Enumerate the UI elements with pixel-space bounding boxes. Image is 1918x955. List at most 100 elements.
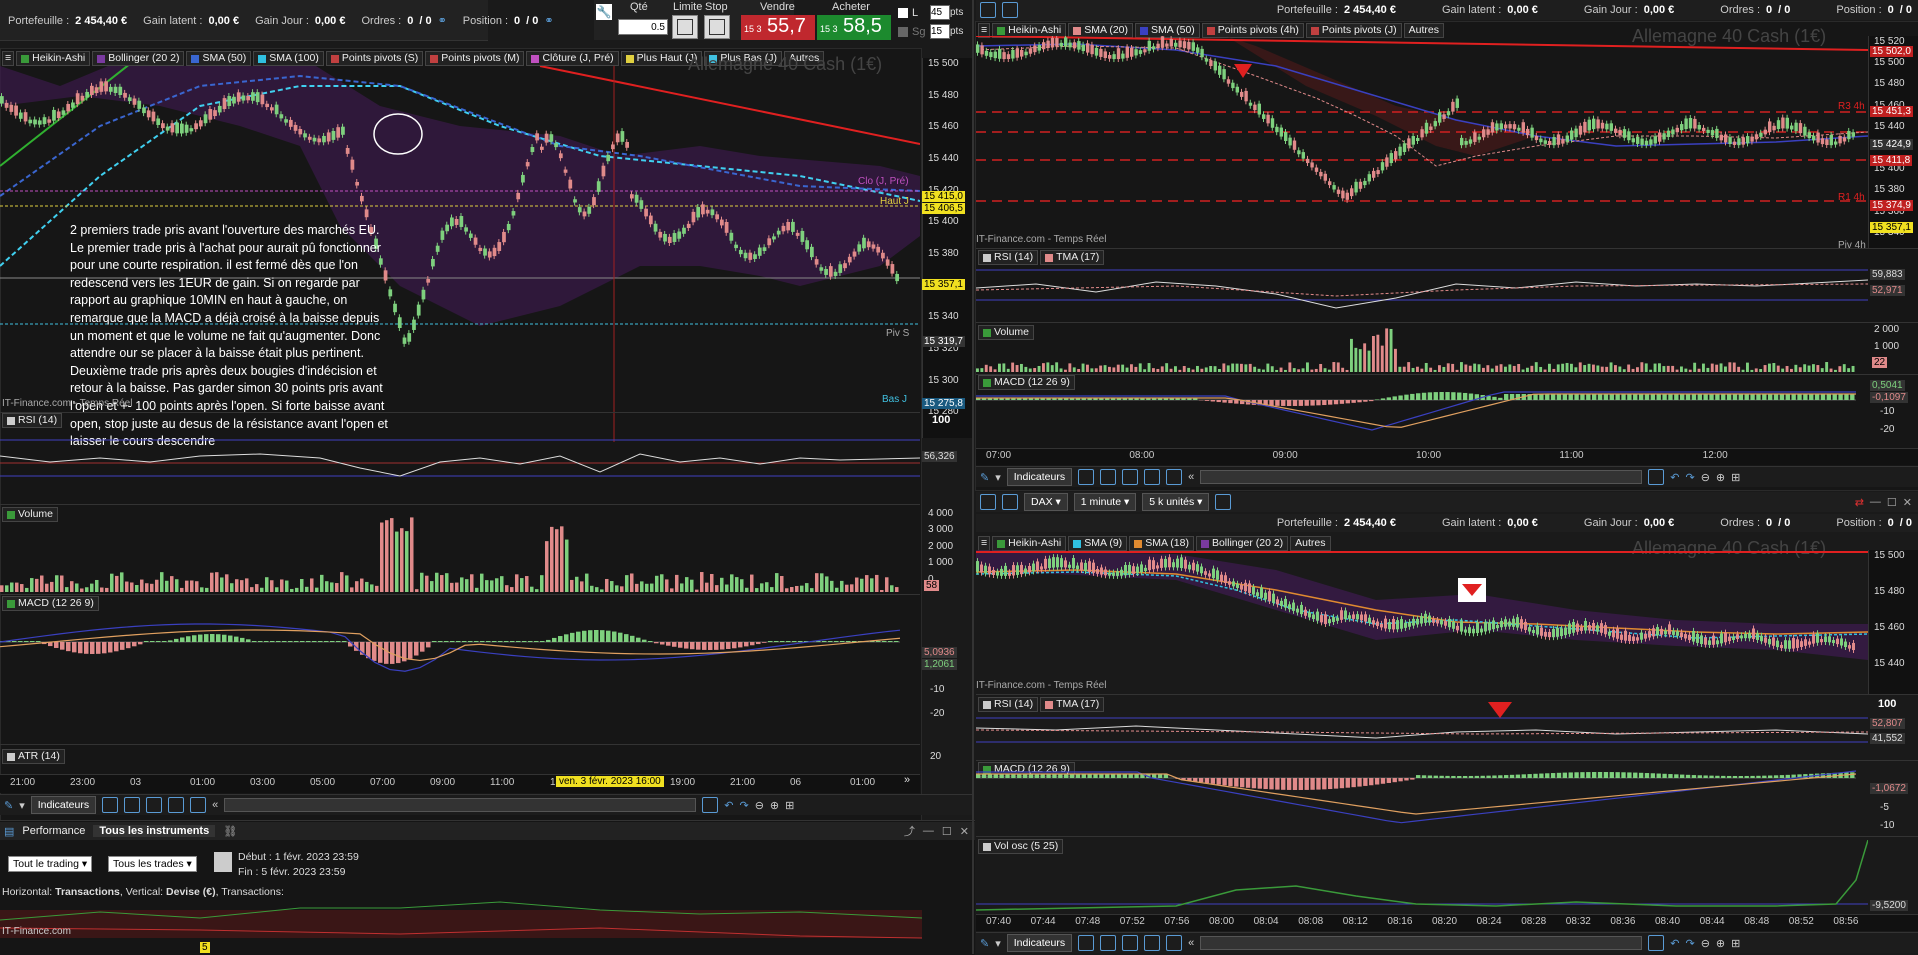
share-icon[interactable] xyxy=(102,797,118,813)
stop-button[interactable] xyxy=(704,15,730,39)
legend-sma-100[interactable]: SMA (100) xyxy=(253,51,324,66)
rb-lock-icon[interactable] xyxy=(1002,494,1018,510)
sg-checkbox[interactable] xyxy=(898,27,908,37)
rt-indicators-button[interactable]: Indicateurs xyxy=(1007,468,1072,486)
lot-checkbox[interactable] xyxy=(898,8,908,18)
maximize-icon[interactable]: ☐ xyxy=(942,825,952,838)
rt-zoom-in-icon[interactable]: ⊕ xyxy=(1716,471,1725,484)
rt-position-value[interactable]: 0 xyxy=(1888,4,1894,16)
legend-heikin-ashi[interactable]: Heikin-Ashi xyxy=(16,51,90,66)
rb-zoom-in-icon[interactable]: ⊕ xyxy=(1716,937,1725,950)
rt-share-icon[interactable] xyxy=(1078,469,1094,485)
rt-orders-value[interactable]: 0 xyxy=(1766,4,1772,16)
sg-input[interactable] xyxy=(930,24,950,39)
orders-link-icon[interactable]: ⚭ xyxy=(438,14,447,27)
share-icon[interactable]: ⤴ xyxy=(904,823,915,839)
link-icon[interactable]: ⛓ xyxy=(223,825,237,838)
orders-value[interactable]: 0 xyxy=(407,15,413,27)
lot-input[interactable] xyxy=(930,5,950,20)
rb-legend-sma-18[interactable]: SMA (18) xyxy=(1129,536,1194,551)
legend-bollinger[interactable]: Bollinger (20 2) xyxy=(92,51,184,66)
rt-tma-title[interactable]: TMA (17) xyxy=(1040,250,1104,265)
rb-draw-tool-icon[interactable]: ✎ xyxy=(980,937,989,950)
left-rsi-title[interactable]: RSI (14) xyxy=(2,413,62,428)
rb-interval-select[interactable]: 1 minute ▾ xyxy=(1074,493,1136,511)
redo-icon[interactable]: ↷ xyxy=(739,799,748,812)
legend-pivots-s[interactable]: Points pivots (S) xyxy=(326,51,423,66)
rb-info-icon[interactable] xyxy=(1215,494,1231,510)
rb-legend-others[interactable]: Autres xyxy=(1290,536,1330,551)
filter-trading-select[interactable]: Tout le trading ▾ xyxy=(8,856,92,872)
qty-input[interactable] xyxy=(618,19,668,35)
draw-tool-icon[interactable]: ✎ xyxy=(4,799,13,812)
rb-layout-icon[interactable] xyxy=(1144,935,1160,951)
rb-position-value[interactable]: 0 xyxy=(1888,517,1894,529)
rb-camera-icon[interactable] xyxy=(1166,935,1182,951)
rb-calendar-icon[interactable] xyxy=(1648,935,1664,951)
undo-icon[interactable]: ↶ xyxy=(724,799,733,812)
zoom-in-icon[interactable]: ⊕ xyxy=(770,799,779,812)
rt-draw-tool-icon[interactable]: ✎ xyxy=(980,471,989,484)
horizontal-scrollbar[interactable] xyxy=(224,798,696,812)
rb-redo-icon[interactable]: ↷ xyxy=(1685,937,1694,950)
rb-calc-icon[interactable] xyxy=(1122,935,1138,951)
legend-close-prev[interactable]: Clôture (J, Pré) xyxy=(526,51,618,66)
zoom-out-icon[interactable]: ⊖ xyxy=(755,799,764,812)
filter-trades-select[interactable]: Tous les trades ▾ xyxy=(108,856,197,872)
rb-share-icon[interactable] xyxy=(1078,935,1094,951)
rb-fit-icon[interactable]: ⊞ xyxy=(1731,937,1740,950)
rt-camera-icon[interactable] xyxy=(1166,469,1182,485)
calendar-icon[interactable] xyxy=(214,852,232,872)
rt-horizontal-scrollbar[interactable] xyxy=(1200,470,1642,484)
rt-copy-icon[interactable] xyxy=(1100,469,1116,485)
buy-button[interactable]: 15 3 58,5 xyxy=(817,15,891,40)
dropdown-icon[interactable]: ▾ xyxy=(19,799,25,812)
rb-zoom-out-icon[interactable]: ⊖ xyxy=(1701,937,1710,950)
rt-calc-icon[interactable] xyxy=(1122,469,1138,485)
close-icon[interactable]: ✕ xyxy=(960,825,969,838)
limit-button[interactable] xyxy=(672,15,698,39)
rb-legend-heikin-ashi[interactable]: Heikin-Ashi xyxy=(992,536,1066,551)
legend-settings-icon[interactable]: ≡ xyxy=(2,51,14,66)
rb-dropdown-icon[interactable]: ▾ xyxy=(995,937,1001,950)
rb-orders-value[interactable]: 0 xyxy=(1766,517,1772,529)
rt-calendar-icon[interactable] xyxy=(1648,469,1664,485)
wrench-icon[interactable]: 🔧 xyxy=(596,4,612,20)
calc-icon[interactable] xyxy=(146,797,162,813)
rt-undo-icon[interactable]: ↶ xyxy=(1670,471,1679,484)
rb-legend-sma-9[interactable]: SMA (9) xyxy=(1068,536,1127,551)
legend-sma-50[interactable]: SMA (50) xyxy=(186,51,251,66)
calendar-icon[interactable] xyxy=(702,797,718,813)
rt-zoom-out-icon[interactable]: ⊖ xyxy=(1701,471,1710,484)
rt-dropdown-icon[interactable]: ▾ xyxy=(995,471,1001,484)
legend-pivots-m[interactable]: Points pivots (M) xyxy=(425,51,524,66)
camera-icon[interactable] xyxy=(190,797,206,813)
rb-legend-settings-icon[interactable]: ≡ xyxy=(978,536,990,551)
rb-indicators-button[interactable]: Indicateurs xyxy=(1007,934,1072,952)
rb-legend-bollinger[interactable]: Bollinger (20 2) xyxy=(1196,536,1288,551)
rb-horizontal-scrollbar[interactable] xyxy=(1200,936,1642,950)
rb-close-icon[interactable]: ✕ xyxy=(1903,496,1912,509)
rb-rewind-icon[interactable]: « xyxy=(1188,937,1194,949)
rt-rsi-title[interactable]: RSI (14) xyxy=(978,250,1038,265)
rb-symbol-select[interactable]: DAX ▾ xyxy=(1024,493,1068,511)
rt-fit-icon[interactable]: ⊞ xyxy=(1731,471,1740,484)
fit-icon[interactable]: ⊞ xyxy=(785,799,794,812)
copy-icon[interactable] xyxy=(124,797,140,813)
position-value[interactable]: 0 xyxy=(514,15,520,27)
rewind-icon[interactable]: « xyxy=(212,799,218,811)
rb-undo-icon[interactable]: ↶ xyxy=(1670,937,1679,950)
rb-refresh-icon[interactable]: ⇄ xyxy=(1855,496,1864,509)
performance-tab[interactable]: Tous les instruments xyxy=(93,825,215,837)
left-atr-title[interactable]: ATR (14) xyxy=(2,749,65,764)
position-link-icon[interactable]: ⚭ xyxy=(544,14,553,27)
rt-layout-icon[interactable] xyxy=(1144,469,1160,485)
rb-maximize-icon[interactable]: ☐ xyxy=(1887,496,1897,509)
rt-rewind-icon[interactable]: « xyxy=(1188,471,1194,483)
rt-redo-icon[interactable]: ↷ xyxy=(1685,471,1694,484)
chevron-right-icon[interactable]: » xyxy=(904,774,910,786)
rb-settings-icon[interactable] xyxy=(980,494,996,510)
rb-copy-icon[interactable] xyxy=(1100,935,1116,951)
minimize-icon[interactable]: — xyxy=(923,825,934,837)
layout-icon[interactable] xyxy=(168,797,184,813)
